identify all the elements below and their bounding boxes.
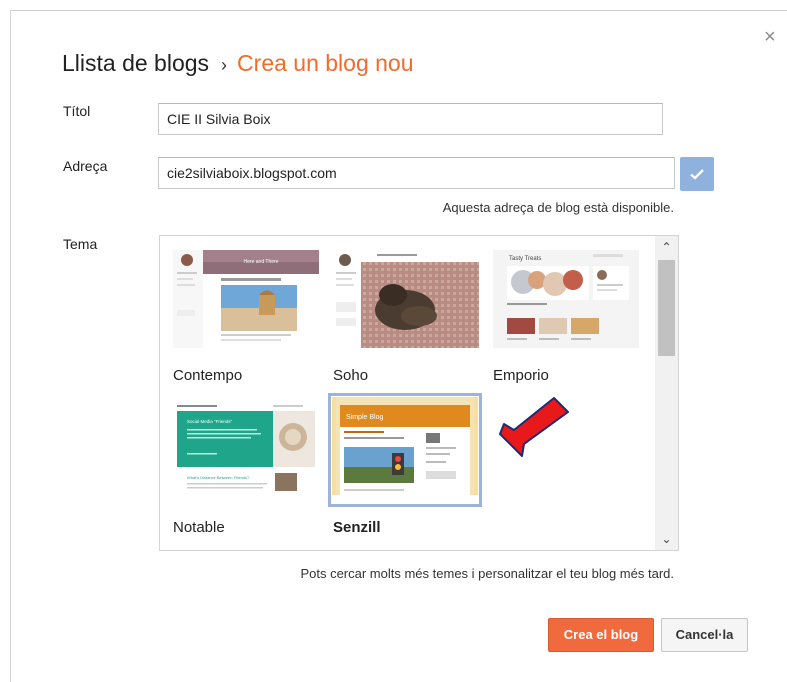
theme-name-senzill[interactable]: Senzill <box>333 519 381 536</box>
contempo-preview-title: Here and There <box>244 259 279 265</box>
theme-thumbnail-senzill[interactable]: Simple Blog <box>332 397 478 495</box>
theme-thumbnail-notable[interactable]: Social Media "Friends" What's Distance B… <box>173 401 319 499</box>
cancel-button[interactable]: Cancel·la <box>661 618 748 652</box>
dialog-border-left <box>10 10 11 682</box>
soho-preview <box>333 250 479 348</box>
theme-name-contempo[interactable]: Contempo <box>173 367 242 384</box>
notable-preview: Social Media "Friends" What's Distance B… <box>173 401 319 499</box>
close-icon[interactable]: × <box>764 27 776 47</box>
theme-label: Tema <box>63 236 98 252</box>
dialog-border-top <box>10 10 787 11</box>
breadcrumb-separator: › <box>221 55 228 75</box>
notable-preview-subtitle: What's Distance Between Friends? <box>187 475 250 480</box>
theme-scrollbar[interactable]: ⌃ ⌄ <box>655 236 678 550</box>
address-field[interactable]: cie2silviaboix.blogspot.com <box>158 157 675 189</box>
senzill-preview-title: Simple Blog <box>346 414 383 421</box>
theme-picker[interactable]: Here and There Contempo Soho Tasty Treat… <box>159 235 679 551</box>
scroll-up-icon[interactable]: ⌃ <box>655 240 678 254</box>
theme-name-soho[interactable]: Soho <box>333 367 368 384</box>
scroll-down-icon[interactable]: ⌄ <box>655 532 678 546</box>
theme-thumbnail-contempo[interactable]: Here and There <box>173 250 319 348</box>
breadcrumb-parent-link[interactable]: Llista de blogs <box>62 50 209 76</box>
notable-preview-title: Social Media "Friends" <box>187 419 233 424</box>
address-check-button[interactable] <box>680 157 714 191</box>
checkmark-icon <box>690 169 704 180</box>
scrollbar-thumb[interactable] <box>658 260 675 356</box>
contempo-preview: Here and There <box>173 250 319 348</box>
senzill-preview: Simple Blog <box>332 397 478 495</box>
theme-name-emporio[interactable]: Emporio <box>493 367 549 384</box>
page-title: Llista de blogs › Crea un blog nou <box>62 50 414 77</box>
address-label: Adreça <box>63 158 108 174</box>
theme-name-notable[interactable]: Notable <box>173 519 225 536</box>
theme-thumbnail-soho[interactable] <box>333 250 479 348</box>
title-field[interactable]: CIE II Silvia Boix <box>158 103 663 135</box>
emporio-preview-title: Tasty Treats <box>509 256 541 262</box>
theme-thumbnail-emporio[interactable]: Tasty Treats <box>493 250 639 348</box>
annotation-arrow-icon <box>499 397 569 457</box>
emporio-preview: Tasty Treats <box>493 250 639 348</box>
title-label: Títol <box>63 103 91 119</box>
breadcrumb-current: Crea un blog nou <box>237 50 414 76</box>
create-blog-button[interactable]: Crea el blog <box>548 618 654 652</box>
themes-hint: Pots cercar molts més temes i personalit… <box>300 566 674 581</box>
address-status: Aquesta adreça de blog està disponible. <box>442 200 674 215</box>
